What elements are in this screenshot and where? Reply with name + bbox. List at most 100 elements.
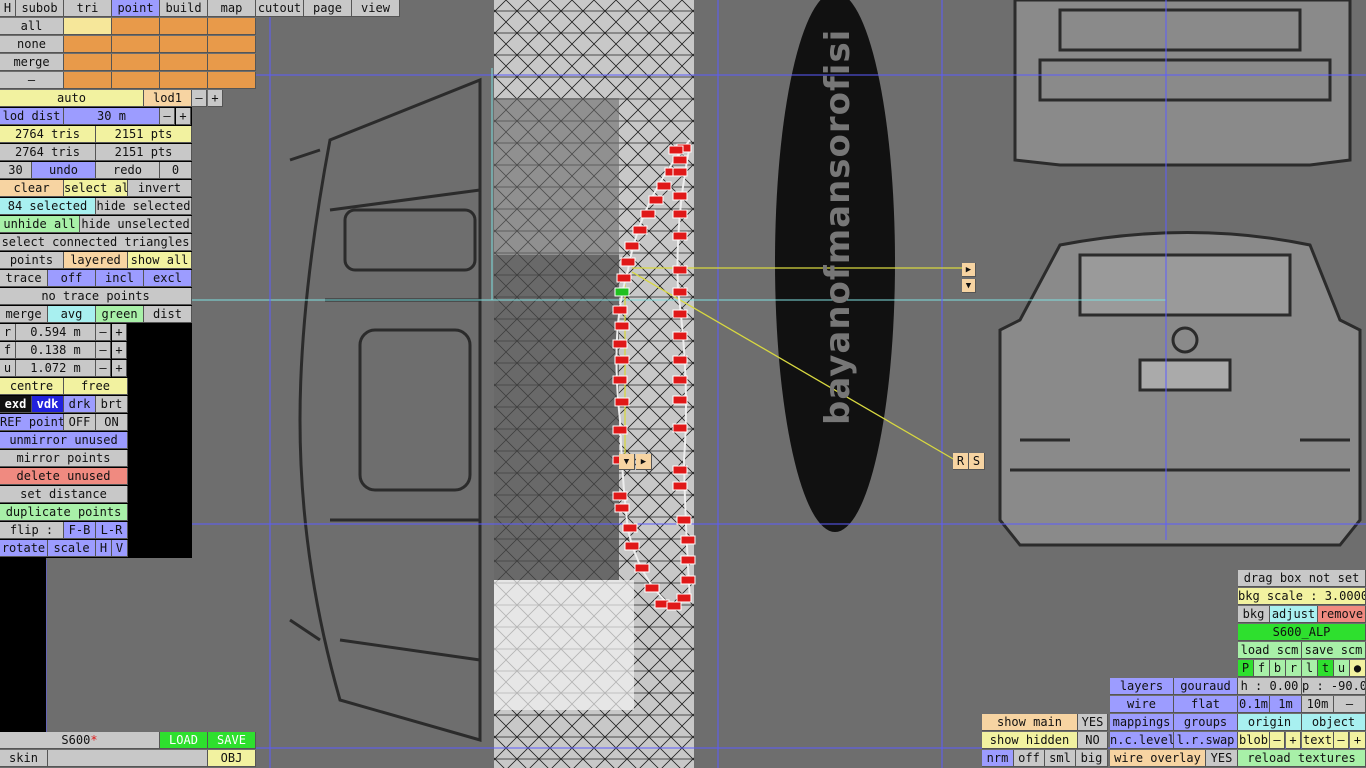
selected-point[interactable] — [632, 225, 648, 235]
selected-point[interactable] — [612, 375, 628, 385]
unmirror-unused-button[interactable]: unmirror unused — [0, 432, 128, 449]
size-big-button[interactable]: big — [1076, 750, 1108, 767]
u-plus[interactable]: + — [112, 360, 127, 377]
grid-cell[interactable] — [64, 72, 112, 89]
lod-dist-value[interactable]: 30 m — [64, 108, 160, 125]
obj-button[interactable]: OBJ — [208, 750, 256, 767]
scale-v-button[interactable]: V — [112, 540, 128, 557]
bkg-button[interactable]: bkg — [1238, 606, 1270, 623]
select-dash-button[interactable]: – — [0, 72, 64, 89]
selected-point[interactable] — [672, 395, 688, 405]
selected-point[interactable] — [614, 355, 630, 365]
selected-point[interactable] — [680, 555, 696, 565]
expand-down-icon[interactable]: ▼ — [962, 279, 976, 293]
trace-off-button[interactable]: off — [48, 270, 96, 287]
grid-cell[interactable] — [112, 54, 160, 71]
origin-button[interactable]: origin — [1238, 714, 1302, 731]
selected-point[interactable] — [672, 155, 688, 165]
invert-button[interactable]: invert — [128, 180, 192, 197]
selected-point[interactable] — [680, 535, 696, 545]
flag-b[interactable]: b — [1270, 660, 1286, 677]
merge-dist-button[interactable]: dist — [144, 306, 192, 323]
ref-on-button[interactable]: ON — [96, 414, 128, 431]
lod-plus-button[interactable]: + — [208, 90, 223, 107]
skin-field[interactable] — [48, 750, 208, 767]
tab-build[interactable]: build — [160, 0, 208, 17]
size-off-button[interactable]: off — [1014, 750, 1045, 767]
scale-h-button[interactable]: H — [96, 540, 112, 557]
tab-subob[interactable]: subob — [16, 0, 64, 17]
set-distance-button[interactable]: set distance — [0, 486, 128, 503]
free-button[interactable]: free — [64, 378, 128, 395]
show-main-toggle[interactable]: YES — [1078, 714, 1108, 731]
points-button[interactable]: points — [0, 252, 64, 269]
ref-off-button[interactable]: OFF — [64, 414, 96, 431]
rotate-button[interactable]: rotate — [0, 540, 48, 557]
layers-button[interactable]: layers — [1110, 678, 1174, 695]
brt-button[interactable]: brt — [96, 396, 128, 413]
tab-cutout[interactable]: cutout — [256, 0, 304, 17]
wire-button[interactable]: wire — [1110, 696, 1174, 713]
flip-lr-button[interactable]: L-R — [96, 522, 128, 539]
selected-point[interactable] — [672, 191, 688, 201]
mappings-button[interactable]: mappings — [1110, 714, 1174, 731]
select-all-points-button[interactable]: select all — [64, 180, 128, 197]
tab-h[interactable]: H — [0, 0, 16, 17]
trace-incl-button[interactable]: incl — [96, 270, 144, 287]
tab-point[interactable]: point — [112, 0, 160, 17]
grid-cell[interactable] — [160, 36, 208, 53]
heading-value[interactable]: h : 0.00 — [1238, 678, 1302, 695]
merge-green-button[interactable]: green — [96, 306, 144, 323]
grid-cell[interactable] — [160, 54, 208, 71]
f-minus[interactable]: – — [96, 342, 111, 359]
tab-page[interactable]: page — [304, 0, 352, 17]
step-1m-button[interactable]: 1m — [1270, 696, 1302, 713]
3d-viewport[interactable] — [0, 0, 1366, 768]
wire-overlay-toggle[interactable]: YES — [1206, 750, 1238, 767]
r-minus[interactable]: – — [96, 324, 111, 341]
blob-minus[interactable]: – — [1270, 732, 1285, 749]
grid-cell[interactable] — [112, 18, 160, 35]
drk-button[interactable]: drk — [64, 396, 96, 413]
lod-minus-button[interactable]: – — [192, 90, 207, 107]
flag-f[interactable]: f — [1254, 660, 1270, 677]
lod1-button[interactable]: lod1 — [144, 90, 192, 107]
selected-point[interactable] — [624, 541, 640, 551]
save-scm-button[interactable]: save scm — [1302, 642, 1366, 659]
grid-cell[interactable] — [208, 36, 256, 53]
selected-point[interactable] — [648, 195, 664, 205]
flat-button[interactable]: flat — [1174, 696, 1238, 713]
selected-point[interactable] — [612, 425, 628, 435]
exd-button[interactable]: exd — [0, 396, 32, 413]
selected-point[interactable] — [672, 375, 688, 385]
flag-dot-icon[interactable]: ● — [1350, 660, 1366, 677]
selected-point[interactable] — [672, 423, 688, 433]
selected-point[interactable] — [672, 331, 688, 341]
groups-button[interactable]: groups — [1174, 714, 1238, 731]
step-dash-button[interactable]: – — [1334, 696, 1366, 713]
unhide-all-button[interactable]: unhide all — [0, 216, 80, 233]
selected-point[interactable] — [672, 309, 688, 319]
reload-textures-button[interactable]: reload textures — [1238, 750, 1366, 767]
selected-point[interactable] — [680, 575, 696, 585]
expand-right-icon[interactable]: ▶ — [962, 263, 976, 277]
f-plus[interactable]: + — [112, 342, 127, 359]
mirror-points-button[interactable]: mirror points — [0, 450, 128, 467]
redo-button[interactable]: redo — [96, 162, 160, 179]
adjust-button[interactable]: adjust — [1270, 606, 1318, 623]
step-10m-button[interactable]: 10m — [1302, 696, 1334, 713]
auto-button[interactable]: auto — [0, 90, 144, 107]
lod-dist-plus[interactable]: + — [176, 108, 191, 125]
scale-handle[interactable]: S — [969, 453, 985, 470]
grid-cell[interactable] — [64, 18, 112, 35]
selected-point[interactable] — [614, 287, 630, 297]
load-button[interactable]: LOAD — [160, 732, 208, 749]
layered-button[interactable]: layered — [64, 252, 128, 269]
pitch-value[interactable]: p : -90.00 — [1302, 678, 1366, 695]
handle-right-icon[interactable]: ▶ — [636, 454, 652, 470]
selected-point[interactable] — [676, 593, 692, 603]
u-value[interactable]: 1.072 m — [16, 360, 96, 377]
grid-cell[interactable] — [64, 36, 112, 53]
undo-button[interactable]: undo — [32, 162, 96, 179]
duplicate-points-button[interactable]: duplicate points — [0, 504, 128, 521]
